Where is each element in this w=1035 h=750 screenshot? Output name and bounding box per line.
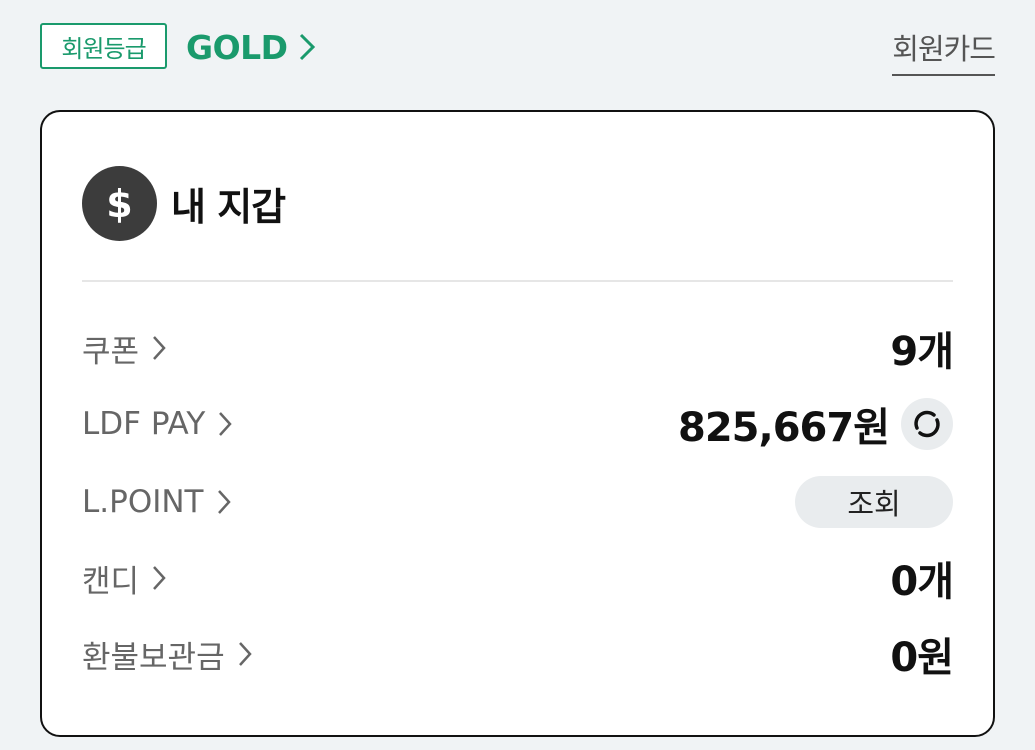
lpoint-label: L.POINT <box>82 484 204 520</box>
candy-label: 캔디 <box>82 563 140 600</box>
ldf-pay-link[interactable]: LDF PAY <box>82 406 233 442</box>
wallet-card: $ 내 지갑 쿠폰 9개 LDF PAY 825,667원 L.POINT 조회… <box>40 110 995 737</box>
wallet-title: 내 지갑 <box>171 185 286 229</box>
chevron-right-icon <box>298 32 316 62</box>
wallet-row-refund-deposit: 환불보관금 0원 <box>82 626 954 682</box>
ldf-pay-value-group: 825,667원 <box>678 395 953 453</box>
wallet-header: $ 내 지갑 <box>82 166 286 241</box>
wallet-row-ldf-pay: LDF PAY 825,667원 <box>82 396 953 452</box>
grade-name: GOLD <box>186 27 288 67</box>
coupon-count: 9개 <box>890 329 954 375</box>
wallet-row-coupon: 쿠폰 9개 <box>82 320 954 376</box>
refund-deposit-link[interactable]: 환불보관금 <box>82 632 253 677</box>
wallet-row-candy: 캔디 0개 <box>82 550 954 606</box>
member-card-link[interactable]: 회원카드 <box>892 26 996 76</box>
chevron-right-icon <box>151 333 167 363</box>
refresh-icon <box>910 407 944 441</box>
candy-count: 0개 <box>890 559 954 605</box>
refresh-button[interactable] <box>901 398 953 450</box>
chevron-right-icon <box>151 563 167 593</box>
membership-grade-link[interactable]: GOLD <box>186 22 316 72</box>
refund-deposit-amount: 0원 <box>890 635 954 681</box>
wallet-row-lpoint: L.POINT 조회 <box>82 474 953 530</box>
ldf-pay-label: LDF PAY <box>82 406 206 442</box>
lpoint-lookup-button[interactable]: 조회 <box>795 476 953 528</box>
chevron-right-icon <box>216 487 232 517</box>
membership-grade-badge: 회원등급 <box>40 23 167 69</box>
coupon-link[interactable]: 쿠폰 <box>82 326 167 371</box>
divider <box>82 280 953 282</box>
dollar-coin-icon: $ <box>82 166 157 241</box>
candy-link[interactable]: 캔디 <box>82 556 167 601</box>
lpoint-link[interactable]: L.POINT <box>82 484 232 520</box>
ldf-pay-amount: 825,667원 <box>678 405 890 451</box>
chevron-right-icon <box>217 409 233 439</box>
chevron-right-icon <box>237 639 253 669</box>
refund-deposit-label: 환불보관금 <box>82 639 225 676</box>
coupon-label: 쿠폰 <box>82 333 140 370</box>
